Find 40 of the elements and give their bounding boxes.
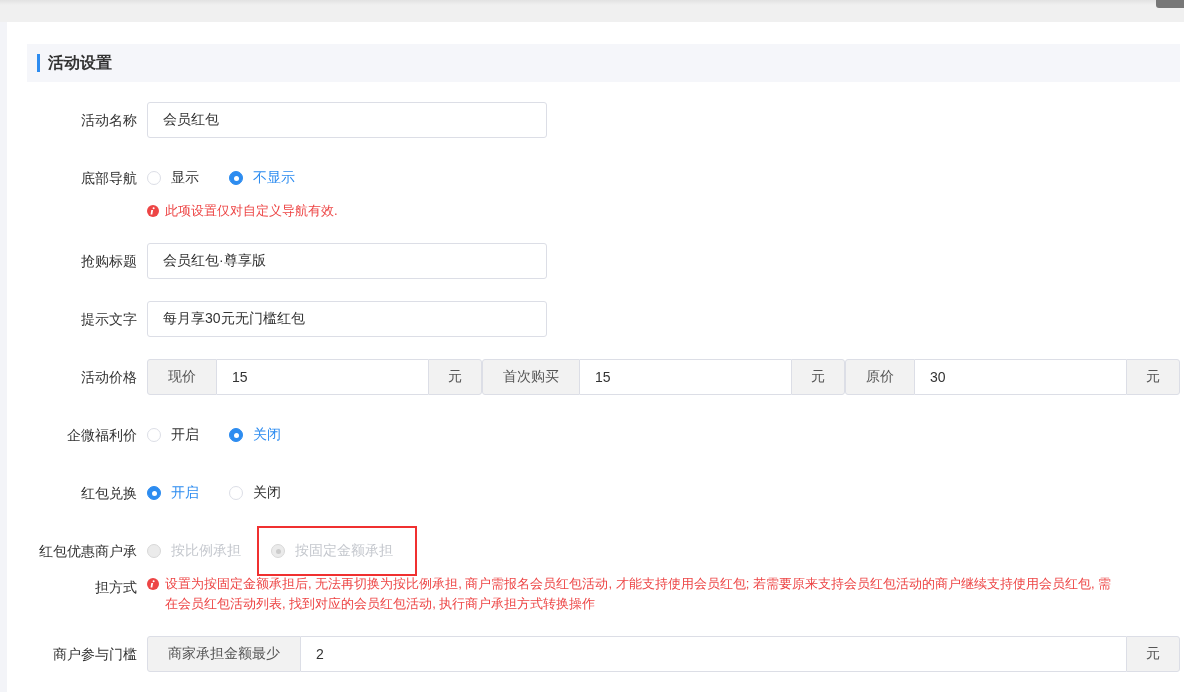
unit-label: 元 <box>1126 359 1180 395</box>
radio-label[interactable]: 关闭 <box>253 426 281 444</box>
radio-button[interactable] <box>229 428 243 442</box>
warning-icon <box>147 578 159 590</box>
warning-text: 此项设置仅对自定义导航有效. <box>165 202 339 220</box>
unit-label: 元 <box>1126 636 1180 672</box>
text-input[interactable]: 每月享30元无门槛红包 <box>147 301 547 337</box>
amount-input[interactable]: 15 <box>217 359 428 395</box>
section-title: 活动设置 <box>48 52 112 73</box>
unit-label: 元 <box>791 359 845 395</box>
scrollbar-thumb[interactable] <box>1156 0 1184 8</box>
field-label: 企微福利价 <box>66 426 138 445</box>
radio-label[interactable]: 关闭 <box>253 484 281 502</box>
warning-icon <box>147 205 159 217</box>
addon-label: 原价 <box>845 359 915 395</box>
radio-button[interactable] <box>229 171 243 185</box>
radio-label[interactable]: 显示 <box>171 169 199 187</box>
unit-label: 元 <box>428 359 482 395</box>
field-label: 底部导航 <box>80 169 138 188</box>
radio-label[interactable]: 不显示 <box>253 169 295 187</box>
addon-label: 商家承担金额最少 <box>147 636 301 672</box>
text-input[interactable]: 会员红包 <box>147 102 547 138</box>
field-label: 提示文字 <box>80 310 138 329</box>
text-input[interactable]: 会员红包·尊享版 <box>147 243 547 279</box>
field-label: 商户参与门槛 <box>52 645 138 664</box>
amount-input[interactable]: 15 <box>580 359 791 395</box>
amount-input[interactable]: 30 <box>915 359 1126 395</box>
field-label: 活动价格 <box>80 368 138 387</box>
warning-text: 设置为按固定金额承担后, 无法再切换为按比例承担, 商户需报名会员红包活动, 才能支持使用会员红包; 若需要原来支持会员红包活动的商户继续支持使用会员红包, 需在会员红包活动列表, 找到对应的会员红包活动, 执行商户承担方式转换操作 <box>165 575 1113 613</box>
addon-label: 首次购买 <box>482 359 580 395</box>
amount-input[interactable]: 2 <box>301 636 1126 672</box>
radio-label[interactable]: 开启 <box>171 484 199 502</box>
field-label: 红包兑换 <box>80 484 138 503</box>
field-label: 抢购标题 <box>80 252 138 271</box>
accent-bar <box>37 54 40 72</box>
radio-label[interactable]: 开启 <box>171 426 199 444</box>
field-label: 活动名称 <box>80 111 138 130</box>
addon-label: 现价 <box>147 359 217 395</box>
radio-button[interactable] <box>147 486 161 500</box>
field-label: 红包优惠商户承担方式 <box>38 542 138 597</box>
